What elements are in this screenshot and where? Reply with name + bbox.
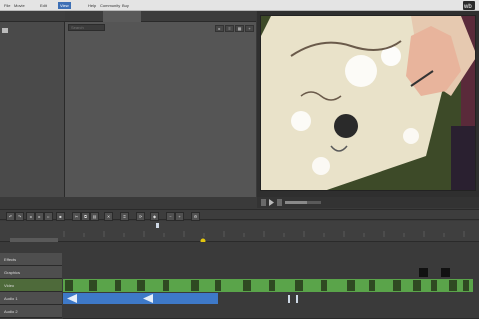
menu-view[interactable]: View — [58, 2, 71, 9]
menu-bar: File Movie Edit View Help Community Buy … — [0, 0, 479, 11]
tab-2[interactable] — [103, 11, 141, 22]
rotate-icon[interactable]: ⟳ — [136, 212, 145, 221]
marker-icon[interactable]: ◆ — [150, 212, 159, 221]
crop-icon[interactable]: ⌗ — [120, 212, 129, 221]
menu-buy[interactable]: Buy — [122, 3, 129, 8]
zoom-in-icon[interactable]: + — [175, 212, 184, 221]
track-lane-audio-2[interactable] — [63, 305, 479, 319]
menu-file[interactable]: File — [4, 3, 10, 8]
zoom-icon[interactable]: + — [245, 25, 254, 32]
list-view-icon[interactable]: ≡ — [225, 25, 234, 32]
transport-controls[interactable] — [261, 199, 321, 206]
tab-4[interactable] — [179, 11, 217, 22]
paste-icon[interactable]: ▤ — [90, 212, 99, 221]
redo-icon[interactable]: ↷ — [15, 212, 24, 221]
panel-toolbar: ▸ ≡ ▦ + — [65, 24, 256, 33]
menu-community[interactable]: Community — [100, 3, 120, 8]
track-label-graphics: Graphics — [0, 266, 62, 279]
search-input[interactable] — [68, 24, 105, 31]
app-logo-icon: wb — [463, 1, 475, 10]
zoom-out-icon[interactable]: − — [166, 212, 175, 221]
delete-icon[interactable]: ✕ — [104, 212, 113, 221]
rewind-icon[interactable]: ◂ — [26, 212, 35, 221]
play-icon[interactable]: ▸ — [215, 25, 224, 32]
menu-movie[interactable]: Movie — [14, 3, 25, 8]
library-header[interactable] — [0, 11, 65, 22]
preview-panel — [257, 11, 479, 197]
track-label-audio-1: Audio 1 — [0, 292, 62, 305]
preview-controls — [257, 197, 479, 208]
settings-icon[interactable]: ⚙ — [191, 212, 200, 221]
folder-icon — [2, 27, 8, 33]
video-frame-image — [261, 16, 475, 190]
split-icon[interactable]: ✂ — [72, 212, 81, 221]
grid-view-icon[interactable]: ▦ — [235, 25, 244, 32]
audio-clips-1[interactable] — [63, 292, 479, 305]
tab-3[interactable] — [141, 11, 179, 22]
menu-edit[interactable]: Edit — [40, 3, 47, 8]
video-preview[interactable] — [260, 15, 476, 191]
track-lane-audio-1[interactable] — [63, 292, 479, 306]
video-clips[interactable] — [63, 279, 479, 292]
panel-tabs — [65, 11, 256, 22]
tab-1[interactable] — [65, 11, 103, 22]
track-label-audio-2: Audio 2 — [0, 305, 62, 318]
forward-icon[interactable]: ▹ — [44, 212, 53, 221]
undo-icon[interactable]: ↶ — [6, 212, 15, 221]
track-lane-graphics[interactable] — [63, 266, 479, 280]
timeline-ruler[interactable] — [0, 221, 479, 244]
tab-5[interactable] — [217, 11, 256, 22]
timeline-toolbar: ↶ ↷ ◂ ▸ ▹ ■ ✂ ⧉ ▤ ✕ ⌗ ⟳ ◆ − + ⚙ — [0, 209, 479, 221]
svg-text:wb: wb — [463, 4, 472, 10]
graphics-clips[interactable] — [63, 266, 479, 279]
media-library-panel — [0, 11, 65, 197]
stop-icon[interactable]: ■ — [56, 212, 65, 221]
track-label-effects: Effects — [0, 253, 62, 266]
track-label-video: Video — [0, 279, 62, 292]
track-lane-effects[interactable] — [63, 253, 479, 267]
ruler-ticks — [10, 223, 465, 244]
copy-icon[interactable]: ⧉ — [81, 212, 90, 221]
menu-help[interactable]: Help — [88, 3, 96, 8]
playhead-marker[interactable] — [200, 238, 206, 244]
project-panel: ▸ ≡ ▦ + — [65, 22, 256, 197]
track-lane-video[interactable] — [63, 279, 479, 293]
library-item[interactable] — [2, 26, 62, 34]
play-icon[interactable]: ▸ — [35, 212, 44, 221]
